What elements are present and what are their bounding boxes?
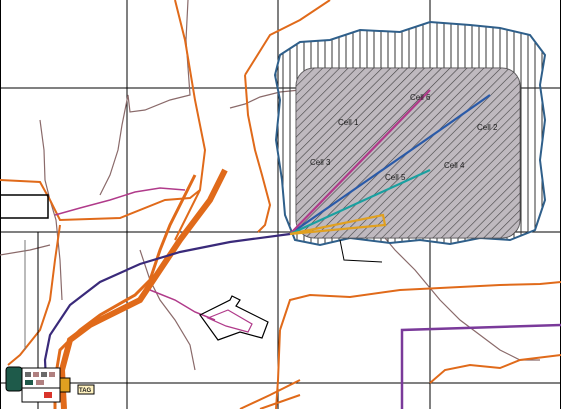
leader-line (339, 239, 383, 263)
cell-label-2: Cell 2 (477, 123, 498, 132)
cell-label-5: Cell 5 (385, 173, 406, 182)
cell-label-3: Cell 3 (310, 158, 331, 167)
cell-label-4: Cell 4 (444, 161, 465, 170)
pad-boundary (273, 20, 547, 247)
cell-label-1: Cell 1 (338, 118, 359, 127)
facility: TAG (5, 366, 95, 403)
site-map: Cell 1 Cell 2 Cell 3 Cell 4 Cell 5 Cell … (0, 0, 561, 409)
cell-label-6: Cell 6 (410, 93, 431, 102)
facility-tag: TAG (79, 388, 92, 394)
main-road (53, 168, 228, 409)
